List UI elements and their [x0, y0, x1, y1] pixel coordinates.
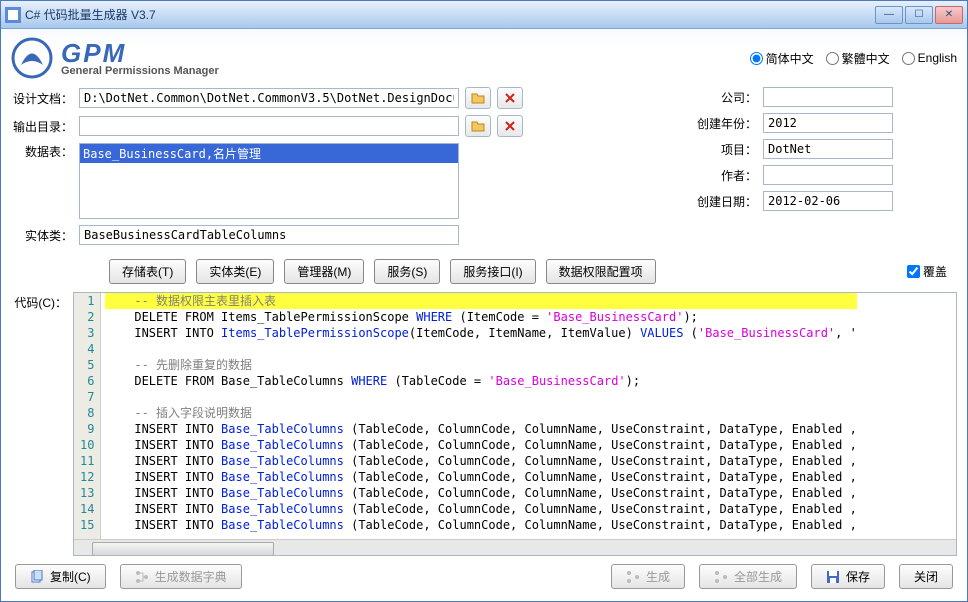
tab-store[interactable]: 存储表(T) [109, 259, 186, 284]
tab-manager[interactable]: 管理器(M) [284, 259, 364, 284]
selected-table[interactable]: Base_BusinessCard,名片管理 [80, 144, 458, 163]
browse-design-button[interactable] [465, 87, 491, 109]
label-project: 项目： [697, 141, 757, 158]
overwrite-checkbox-label[interactable]: 覆盖 [907, 263, 947, 280]
logo-icon [11, 37, 53, 79]
copy-icon [30, 570, 44, 584]
label-code: 代码(C)： [11, 292, 73, 556]
tab-service[interactable]: 服务(S) [374, 259, 440, 284]
minimize-button[interactable]: — [875, 6, 903, 24]
table-listbox[interactable]: Base_BusinessCard,名片管理 [79, 143, 459, 219]
logo-main: GPM [61, 40, 219, 66]
company-input[interactable] [763, 87, 893, 107]
browse-output-button[interactable] [465, 115, 491, 137]
logo: GPM General Permissions Manager [11, 37, 219, 79]
close-button-footer[interactable]: 关闭 [899, 564, 953, 589]
lang-traditional[interactable]: 繁體中文 [826, 50, 890, 67]
tab-iservice[interactable]: 服务接口(I) [450, 259, 535, 284]
titlebar[interactable]: C# 代码批量生成器 V3.7 — ☐ ✕ [1, 1, 967, 29]
horizontal-scrollbar[interactable] [74, 539, 956, 555]
tab-entity[interactable]: 实体类(E) [196, 259, 274, 284]
create-date-input[interactable] [763, 191, 893, 211]
tree-icon [135, 570, 149, 584]
label-data-table: 数据表： [11, 143, 73, 160]
x-icon [503, 91, 517, 105]
app-window: C# 代码批量生成器 V3.7 — ☐ ✕ GPM General Permis… [0, 0, 968, 602]
lang-simplified[interactable]: 简体中文 [750, 50, 814, 67]
language-selector: 简体中文 繁體中文 English [750, 50, 957, 67]
label-entity-class: 实体类： [11, 227, 73, 244]
generate-all-button[interactable]: 全部生成 [699, 564, 797, 589]
floppy-icon [826, 570, 840, 584]
clear-output-button[interactable] [497, 115, 523, 137]
app-icon [5, 7, 21, 23]
entity-class-input[interactable] [79, 225, 459, 245]
line-gutter: 123456789101112131415 [74, 293, 101, 539]
folder-icon [471, 119, 485, 133]
x-icon [503, 119, 517, 133]
label-output-dir: 输出目录： [11, 118, 73, 135]
design-doc-input[interactable] [79, 88, 459, 108]
tab-perm[interactable]: 数据权限配置项 [546, 259, 656, 284]
code-lines[interactable]: -- 数据权限主表里插入表 DELETE FROM Items_TablePer… [101, 293, 860, 539]
project-input[interactable] [763, 139, 893, 159]
gen-dict-button[interactable]: 生成数据字典 [120, 564, 242, 589]
author-input[interactable] [763, 165, 893, 185]
copy-button[interactable]: 复制(C) [15, 564, 106, 589]
tree-icon [714, 570, 728, 584]
label-design-doc: 设计文档： [11, 90, 73, 107]
code-editor[interactable]: 123456789101112131415 -- 数据权限主表里插入表 DELE… [73, 292, 957, 556]
label-author: 作者： [697, 167, 757, 184]
folder-icon [471, 91, 485, 105]
tree-icon [626, 570, 640, 584]
maximize-button[interactable]: ☐ [905, 6, 933, 24]
logo-sub: General Permissions Manager [61, 66, 219, 77]
output-dir-input[interactable] [79, 116, 459, 136]
clear-design-button[interactable] [497, 87, 523, 109]
label-create-date: 创建日期： [697, 193, 757, 210]
label-company: 公司： [697, 89, 757, 106]
overwrite-checkbox[interactable] [907, 265, 920, 278]
close-button[interactable]: ✕ [935, 6, 963, 24]
lang-english[interactable]: English [902, 51, 957, 65]
window-title: C# 代码批量生成器 V3.7 [25, 6, 875, 23]
create-year-input[interactable] [763, 113, 893, 133]
save-button[interactable]: 保存 [811, 564, 885, 589]
label-create-year: 创建年份： [697, 115, 757, 132]
generate-button[interactable]: 生成 [611, 564, 685, 589]
